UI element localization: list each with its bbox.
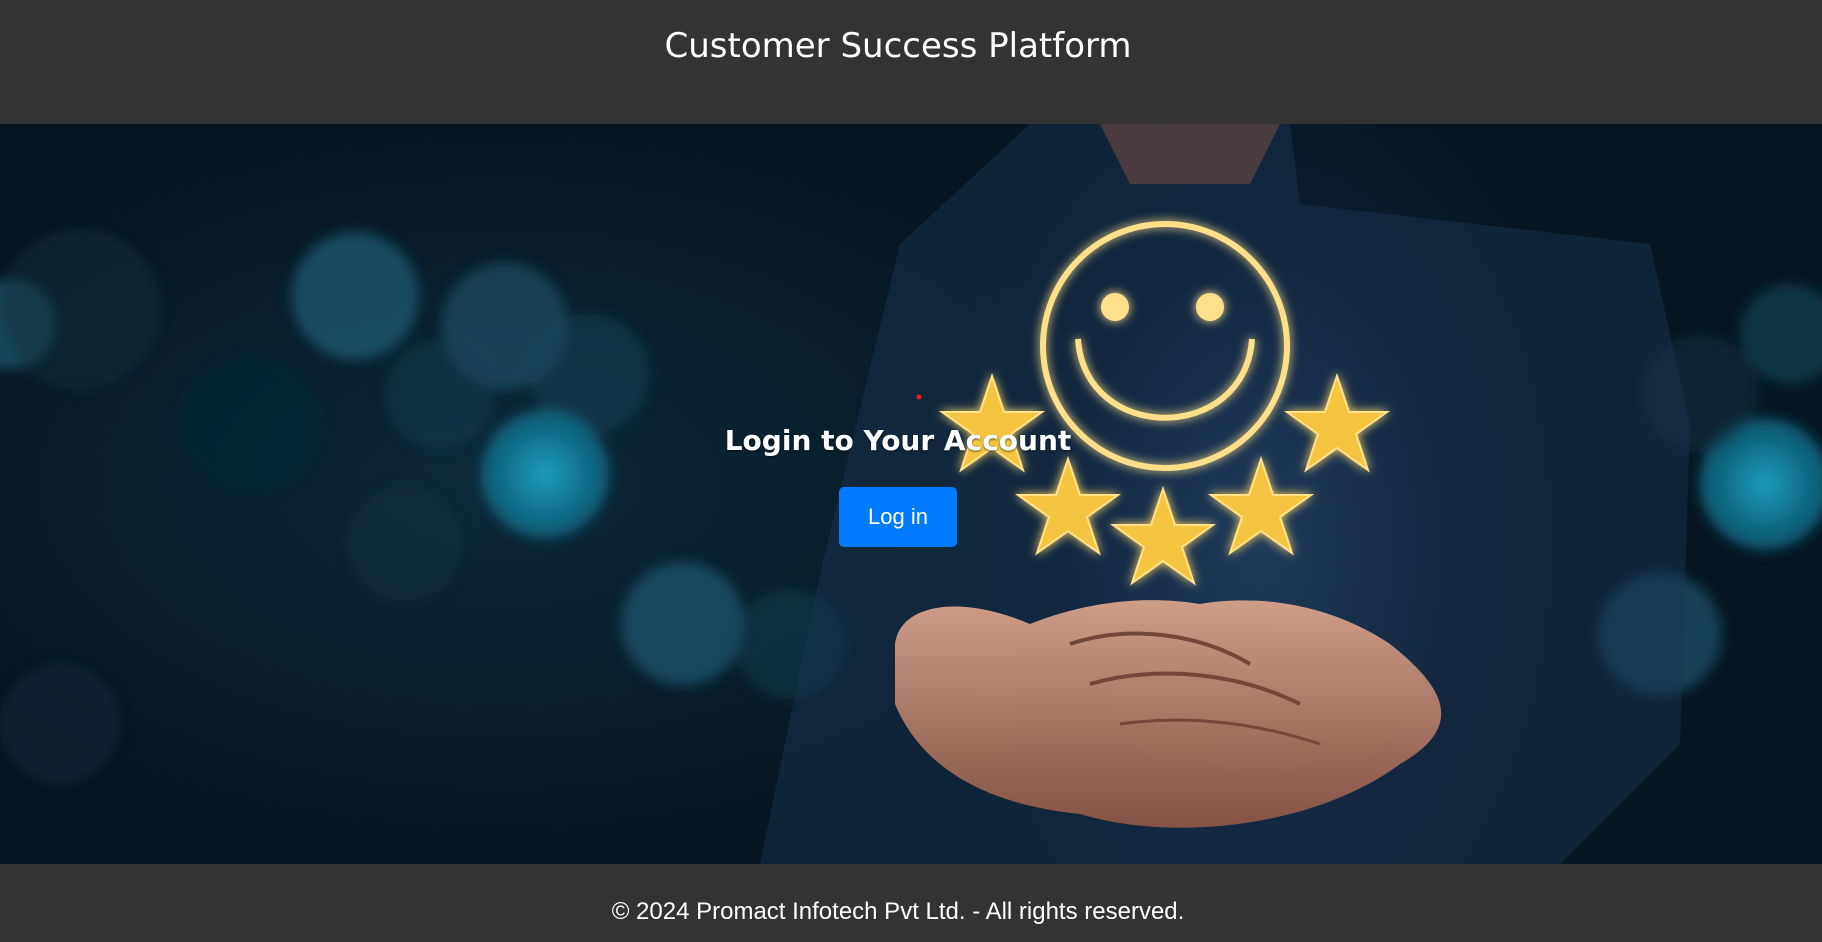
header-bar: Customer Success Platform: [0, 0, 1822, 124]
login-panel: Login to Your Account Log in: [0, 424, 1796, 547]
footer-bar: © 2024 Promact Infotech Pvt Ltd. - All r…: [0, 864, 1822, 942]
copyright-text: © 2024 Promact Infotech Pvt Ltd. - All r…: [611, 898, 1185, 925]
page-title: Customer Success Platform: [664, 26, 1132, 66]
red-dot-marker: [916, 394, 922, 400]
hero-banner: Login to Your Account Log in: [0, 124, 1822, 864]
login-heading: Login to Your Account: [724, 424, 1072, 457]
login-button[interactable]: Log in: [839, 487, 957, 547]
